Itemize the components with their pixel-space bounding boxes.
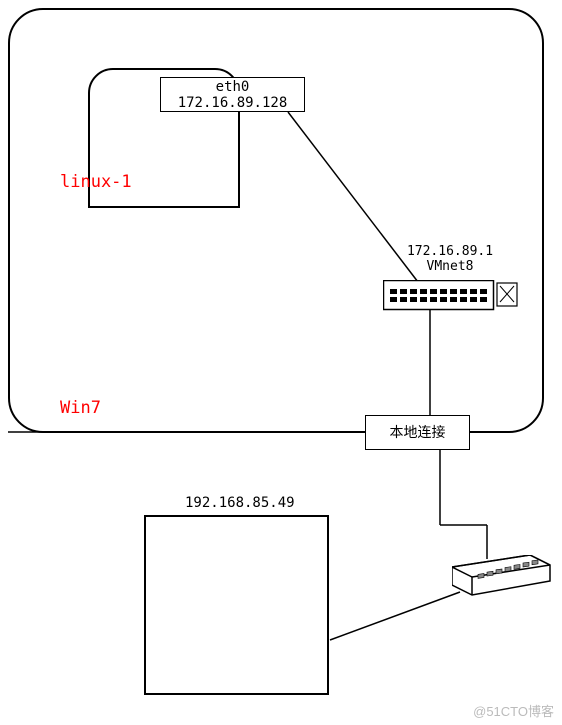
eth0-ip: 172.16.89.128 [178, 95, 288, 111]
win7-label: Win7 [60, 398, 101, 418]
eth0-name: eth0 [216, 79, 250, 95]
vmnet-name: VMnet8 [427, 259, 474, 274]
external-host-box [144, 515, 329, 695]
vmnet-switch-label: 172.16.89.1 VMnet8 [400, 245, 500, 275]
physical-switch-icon [452, 555, 552, 595]
linux-label: linux-1 [60, 172, 132, 192]
bottom-host-ip: 192.168.85.49 [185, 495, 295, 511]
watermark: @51CTO博客 [473, 701, 554, 720]
eth0-interface-box: eth0 172.16.89.128 [160, 77, 305, 112]
local-conn-label: 本地连接 [390, 424, 446, 440]
vmnet-switch-icon [383, 280, 518, 310]
vmnet-ip: 172.16.89.1 [407, 244, 493, 259]
win7-host-container [8, 8, 544, 433]
local-connection-box: 本地连接 [365, 415, 470, 450]
